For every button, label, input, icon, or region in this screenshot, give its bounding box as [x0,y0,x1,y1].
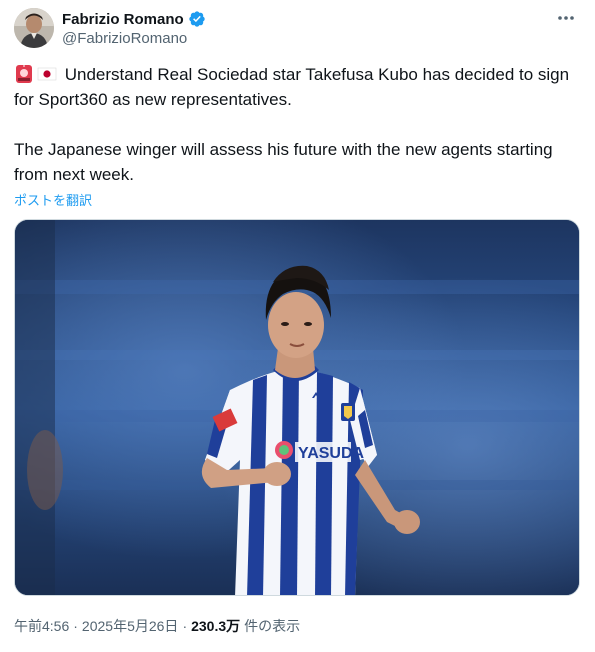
handle[interactable]: @FabrizioRomano [62,30,206,47]
tweet-card: Fabrizio Romano @FabrizioRomano Understa… [0,0,595,652]
name-row: Fabrizio Romano [62,9,206,29]
display-name[interactable]: Fabrizio Romano [62,11,184,28]
shirt-sponsor-text: YASUDA [298,445,365,462]
views-count[interactable]: 230.3万 [191,616,240,636]
tweet-paragraph-1: Understand Real Sociedad star Takefusa K… [14,62,574,112]
avatar[interactable] [14,8,54,48]
meta-separator: · [182,618,188,634]
tweet-line-1: Understand Real Sociedad star Takefusa K… [14,65,570,109]
views-label: 件の表示 [244,618,301,634]
more-horizontal-icon[interactable] [555,10,577,26]
tweet-date[interactable]: 2025年5月26日 [82,616,179,636]
verified-badge-icon [188,10,206,28]
tweet-metadata: 午前4:56 · 2025年5月26日 · 230.3万 件の表示 [14,616,300,636]
japan-flag-emoji [37,64,57,84]
tweet-text: Understand Real Sociedad star Takefusa K… [14,62,574,187]
tweet-line-2: The Japanese winger will assess his futu… [14,140,553,184]
tweet-time[interactable]: 午前4:56 [14,616,69,636]
author-info: Fabrizio Romano @FabrizioRomano [62,9,206,47]
police-light-emoji [14,64,34,84]
tweet-photo[interactable]: YASUDA [14,219,580,596]
meta-separator: · [73,618,78,634]
translate-post-link[interactable]: ポストを翻訳 [14,190,92,209]
